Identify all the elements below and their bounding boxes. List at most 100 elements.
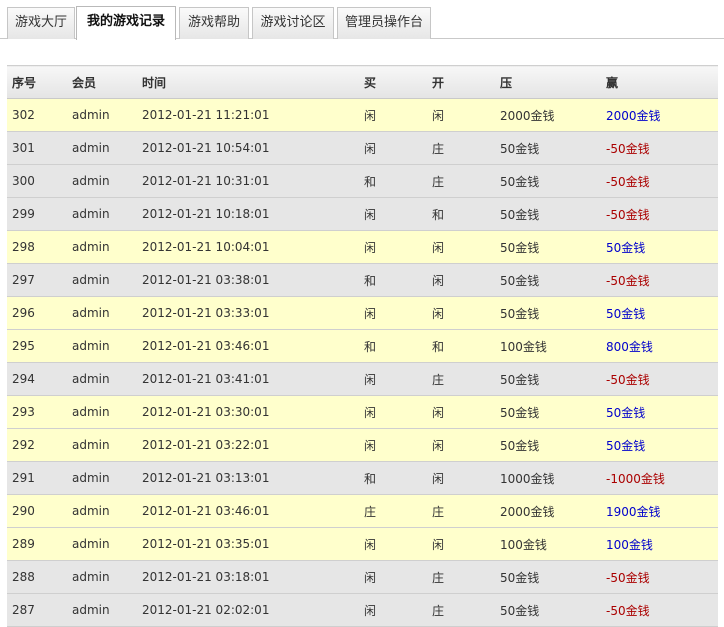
- cell-id: 287: [7, 593, 67, 627]
- cell-bet: 50金钱: [495, 428, 601, 462]
- cell-buy: 闲: [359, 197, 427, 231]
- cell-id: 298: [7, 230, 67, 264]
- tab-admin-console[interactable]: 管理员操作台: [337, 7, 431, 39]
- cell-open: 闲: [427, 263, 495, 297]
- cell-time: 2012-01-21 10:18:01: [137, 197, 359, 231]
- cell-buy: 和: [359, 329, 427, 363]
- cell-id: 288: [7, 560, 67, 594]
- cell-id: 301: [7, 131, 67, 165]
- cell-bet: 50金钱: [495, 131, 601, 165]
- cell-member: admin: [67, 362, 137, 396]
- cell-time: 2012-01-21 03:46:01: [137, 494, 359, 528]
- cell-bet: 2000金钱: [495, 98, 601, 132]
- cell-win: -50金钱: [601, 560, 718, 594]
- cell-member: admin: [67, 230, 137, 264]
- cell-member: admin: [67, 395, 137, 429]
- header-open: 开: [427, 65, 495, 99]
- cell-time: 2012-01-21 10:04:01: [137, 230, 359, 264]
- cell-id: 291: [7, 461, 67, 495]
- cell-win: -50金钱: [601, 164, 718, 198]
- cell-open: 闲: [427, 428, 495, 462]
- cell-id: 294: [7, 362, 67, 396]
- game-records-table: 序号 会员 时间 买 开 压 赢 302 admin 2012-01-21 11:2…: [7, 65, 718, 627]
- header-buy: 买: [359, 65, 427, 99]
- cell-win: -50金钱: [601, 362, 718, 396]
- cell-bet: 50金钱: [495, 560, 601, 594]
- cell-win: 50金钱: [601, 395, 718, 429]
- cell-bet: 50金钱: [495, 230, 601, 264]
- cell-buy: 闲: [359, 527, 427, 561]
- table-row: 292 admin 2012-01-21 03:22:01 闲闲 50金钱 50金钱: [7, 428, 718, 462]
- cell-buy: 闲: [359, 362, 427, 396]
- tab-game-help[interactable]: 游戏帮助: [179, 7, 249, 39]
- cell-member: admin: [67, 329, 137, 363]
- header-id: 序号: [7, 65, 67, 99]
- cell-win: 50金钱: [601, 428, 718, 462]
- cell-buy: 庄: [359, 494, 427, 528]
- cell-id: 299: [7, 197, 67, 231]
- cell-open: 庄: [427, 362, 495, 396]
- cell-id: 302: [7, 98, 67, 132]
- cell-member: admin: [67, 560, 137, 594]
- cell-time: 2012-01-21 03:38:01: [137, 263, 359, 297]
- cell-id: 292: [7, 428, 67, 462]
- cell-member: admin: [67, 197, 137, 231]
- cell-buy: 闲: [359, 560, 427, 594]
- table-row: 295 admin 2012-01-21 03:46:01 和和 100金钱 800金钱: [7, 329, 718, 363]
- cell-buy: 闲: [359, 395, 427, 429]
- cell-open: 闲: [427, 461, 495, 495]
- cell-bet: 100金钱: [495, 329, 601, 363]
- header-bet: 压: [495, 65, 601, 99]
- table-row: 294 admin 2012-01-21 03:41:01 闲庄 50金钱 -50金钱: [7, 362, 718, 396]
- cell-bet: 50金钱: [495, 263, 601, 297]
- header-member: 会员: [67, 65, 137, 99]
- cell-open: 闲: [427, 527, 495, 561]
- cell-bet: 50金钱: [495, 164, 601, 198]
- cell-member: admin: [67, 164, 137, 198]
- cell-member: admin: [67, 131, 137, 165]
- cell-bet: 2000金钱: [495, 494, 601, 528]
- cell-time: 2012-01-21 11:21:01: [137, 98, 359, 132]
- cell-member: admin: [67, 263, 137, 297]
- table-row: 301 admin 2012-01-21 10:54:01 闲庄 50金钱 -50金钱: [7, 131, 718, 165]
- cell-open: 庄: [427, 593, 495, 627]
- cell-id: 300: [7, 164, 67, 198]
- cell-open: 和: [427, 329, 495, 363]
- cell-bet: 1000金钱: [495, 461, 601, 495]
- cell-time: 2012-01-21 03:46:01: [137, 329, 359, 363]
- cell-id: 295: [7, 329, 67, 363]
- cell-member: admin: [67, 98, 137, 132]
- cell-win: -1000金钱: [601, 461, 718, 495]
- tab-game-lobby[interactable]: 游戏大厅: [7, 7, 75, 39]
- cell-time: 2012-01-21 10:31:01: [137, 164, 359, 198]
- cell-win: 800金钱: [601, 329, 718, 363]
- cell-win: 100金钱: [601, 527, 718, 561]
- table-row: 302 admin 2012-01-21 11:21:01 闲闲 2000金钱 2000金…: [7, 98, 718, 132]
- cell-buy: 闲: [359, 296, 427, 330]
- tab-my-game-records[interactable]: 我的游戏记录: [76, 6, 176, 40]
- cell-time: 2012-01-21 03:33:01: [137, 296, 359, 330]
- cell-buy: 闲: [359, 131, 427, 165]
- cell-buy: 闲: [359, 593, 427, 627]
- table-row: 290 admin 2012-01-21 03:46:01 庄庄 2000金钱 1900金…: [7, 494, 718, 528]
- tab-bar: 游戏大厅 我的游戏记录 游戏帮助 游戏讨论区 管理员操作台: [0, 0, 724, 40]
- cell-id: 293: [7, 395, 67, 429]
- cell-member: admin: [67, 527, 137, 561]
- cell-open: 闲: [427, 98, 495, 132]
- cell-member: admin: [67, 461, 137, 495]
- cell-bet: 50金钱: [495, 296, 601, 330]
- table-body: 302 admin 2012-01-21 11:21:01 闲闲 2000金钱 2000金…: [7, 98, 718, 627]
- cell-win: 2000金钱: [601, 98, 718, 132]
- cell-win: 1900金钱: [601, 494, 718, 528]
- cell-bet: 50金钱: [495, 395, 601, 429]
- cell-open: 闲: [427, 230, 495, 264]
- table-header-row: 序号 会员 时间 买 开 压 赢: [7, 65, 718, 99]
- tab-game-discussion[interactable]: 游戏讨论区: [252, 7, 334, 39]
- cell-buy: 闲: [359, 230, 427, 264]
- cell-bet: 50金钱: [495, 362, 601, 396]
- cell-id: 297: [7, 263, 67, 297]
- cell-time: 2012-01-21 03:35:01: [137, 527, 359, 561]
- cell-id: 289: [7, 527, 67, 561]
- table-row: 289 admin 2012-01-21 03:35:01 闲闲 100金钱 100金钱: [7, 527, 718, 561]
- cell-win: -50金钱: [601, 593, 718, 627]
